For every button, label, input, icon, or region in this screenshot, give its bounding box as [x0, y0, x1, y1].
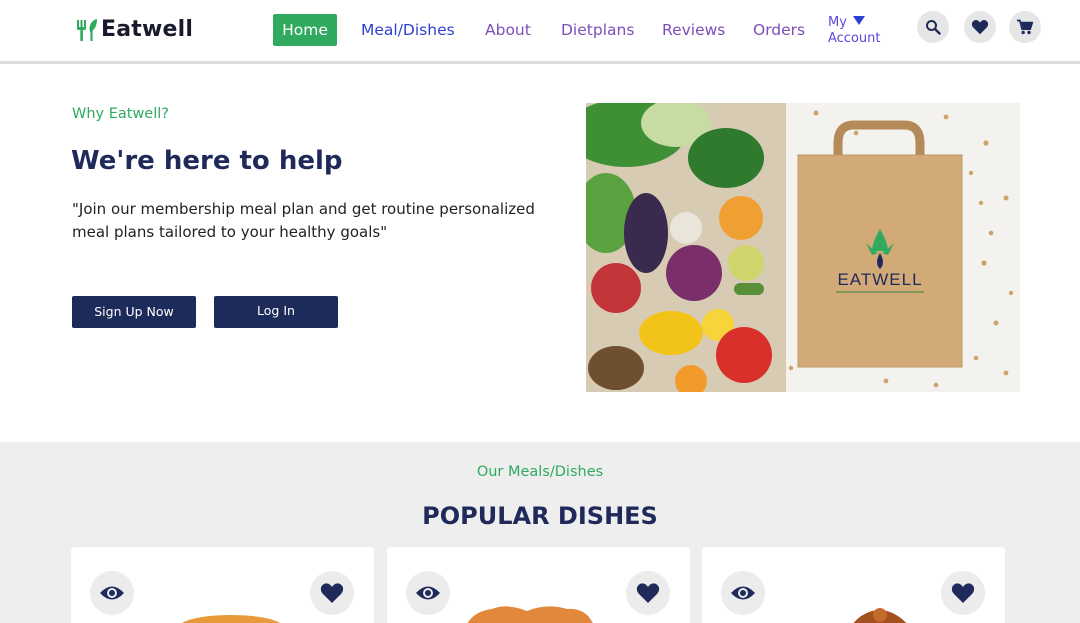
- search-icon: [926, 20, 941, 35]
- hero-groceries-image: EATWELL: [586, 103, 1020, 392]
- quick-view-button[interactable]: [90, 571, 134, 615]
- heart-icon: [636, 583, 660, 603]
- dishes-title: POPULAR DISHES: [422, 502, 658, 530]
- heart-icon: [951, 583, 975, 603]
- hero-title: We're here to help: [71, 146, 343, 176]
- popular-dishes-section: Our Meals/Dishes POPULAR DISHES: [0, 442, 1080, 623]
- groceries-illustration: EATWELL: [586, 103, 1020, 392]
- dishes-kicker: Our Meals/Dishes: [476, 464, 604, 480]
- favorite-button[interactable]: [941, 571, 985, 615]
- chevron-down-icon: [852, 16, 865, 25]
- dish-card[interactable]: [702, 547, 1005, 623]
- cart-button[interactable]: [1009, 11, 1041, 43]
- search-button[interactable]: [917, 11, 949, 43]
- eye-icon: [100, 586, 124, 600]
- fried-chicken-image: [467, 606, 593, 623]
- account-label-account: Account: [828, 31, 881, 46]
- fork-leaf-icon: [77, 18, 97, 41]
- account-label-my: My: [828, 15, 847, 30]
- hero-quote: "Join our membership meal plan and get r…: [72, 200, 535, 241]
- nav-home[interactable]: Home: [273, 14, 337, 46]
- nav-about[interactable]: About: [485, 19, 531, 41]
- quick-view-button[interactable]: [721, 571, 765, 615]
- brand-name: Eatwell: [101, 17, 194, 42]
- page: Eatwell Home Meal/Dishes About Dietplans…: [0, 0, 1080, 623]
- quick-view-button[interactable]: [406, 571, 450, 615]
- site-header: Eatwell Home Meal/Dishes About Dietplans…: [0, 0, 1080, 64]
- nav-meals[interactable]: Meal/Dishes: [361, 19, 455, 41]
- favorite-button[interactable]: [626, 571, 670, 615]
- heart-icon: [320, 583, 344, 603]
- nav-orders[interactable]: Orders: [753, 19, 805, 41]
- dish-card[interactable]: [387, 547, 690, 623]
- nav-dietplans[interactable]: Dietplans: [561, 19, 634, 41]
- bag-brand-text: EATWELL: [837, 270, 922, 289]
- nav-reviews[interactable]: Reviews: [662, 19, 725, 41]
- log-in-button[interactable]: Log In: [214, 296, 338, 328]
- chicken-wings-image: [853, 608, 907, 623]
- hero-kicker: Why Eatwell?: [72, 106, 169, 122]
- cart-icon: [1017, 19, 1034, 35]
- eye-icon: [731, 586, 755, 600]
- dish-card[interactable]: [71, 547, 374, 623]
- burger-image: [181, 615, 281, 623]
- heart-icon: [971, 20, 989, 35]
- favorite-button[interactable]: [310, 571, 354, 615]
- eye-icon: [416, 586, 440, 600]
- sign-up-button[interactable]: Sign Up Now: [72, 296, 196, 328]
- favorites-button[interactable]: [964, 11, 996, 43]
- brand-logo[interactable]: Eatwell: [76, 17, 193, 42]
- nav-my-account[interactable]: My Account: [828, 15, 888, 47]
